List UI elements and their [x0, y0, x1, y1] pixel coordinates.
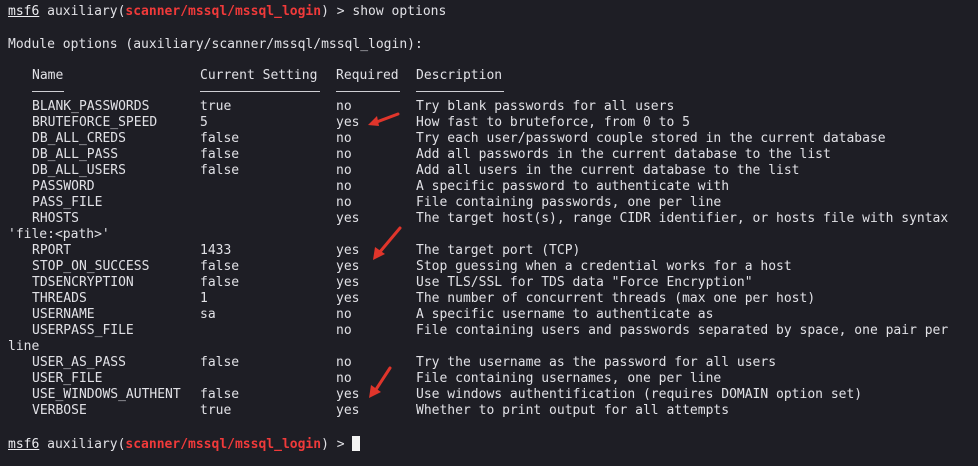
option-name: THREADS — [32, 291, 87, 306]
option-current: true — [200, 99, 232, 114]
option-required: no — [336, 163, 352, 178]
options-title: Module options (auxiliary/scanner/mssql/… — [8, 37, 423, 52]
option-description: File containing passwords, one per line — [416, 195, 722, 210]
option-name: PASS_FILE — [32, 195, 103, 210]
header-current-setting: Current Setting — [200, 68, 318, 83]
option-current: 1433 — [200, 243, 232, 258]
prompt-suffix: ) > — [321, 4, 353, 19]
option-current: false — [200, 131, 240, 146]
prompt-module-prefix: auxiliary( — [39, 4, 126, 19]
option-current: false — [200, 387, 240, 402]
option-description: Stop guessing when a credential works fo… — [416, 259, 792, 274]
header-current-underline — [200, 91, 320, 92]
option-current: false — [200, 355, 240, 370]
text-cursor[interactable] — [352, 436, 361, 451]
option-name: VERBOSE — [32, 403, 87, 418]
option-name: USE_WINDOWS_AUTHENT — [32, 387, 181, 402]
option-name: RPORT — [32, 243, 72, 258]
prompt-module-path: scanner/mssql/mssql_login — [125, 4, 322, 19]
prompt-name: msf6 — [8, 437, 40, 452]
header-required: Required — [336, 68, 399, 83]
option-name: USERPASS_FILE — [32, 323, 134, 338]
option-name: USERNAME — [32, 307, 95, 322]
red-arrow-icon — [368, 112, 400, 126]
option-description: A specific username to authenticate as — [416, 307, 714, 322]
option-name: BLANK_PASSWORDS — [32, 99, 150, 114]
option-description: Add all passwords in the current databas… — [416, 147, 831, 162]
option-description: How fast to bruteforce, from 0 to 5 — [416, 115, 690, 130]
option-description: File containing usernames, one per line — [416, 371, 722, 386]
option-required: no — [336, 179, 352, 194]
option-required: yes — [336, 243, 360, 258]
option-name: DB_ALL_CREDS — [32, 131, 126, 146]
option-required: no — [336, 323, 352, 338]
option-name: PASSWORD — [32, 179, 95, 194]
description-wrap-text: 'file:<path>' — [8, 227, 110, 242]
option-current: false — [200, 147, 240, 162]
prompt-module-prefix: auxiliary( — [39, 437, 126, 452]
option-description: Whether to print output for all attempts — [416, 403, 730, 418]
header-name-underline — [32, 91, 64, 92]
option-current: 5 — [200, 115, 208, 130]
option-required: no — [336, 355, 352, 370]
prompt-name: msf6 — [8, 4, 40, 19]
description-wrap-text: line — [8, 339, 40, 354]
option-name: USER_AS_PASS — [32, 355, 126, 370]
option-current: true — [200, 403, 232, 418]
red-arrow-icon — [373, 226, 402, 260]
option-description: A specific password to authenticate with — [416, 179, 730, 194]
option-description: Use windows authentification (requires D… — [416, 387, 863, 402]
header-description: Description — [416, 68, 503, 83]
option-required: yes — [336, 403, 360, 418]
option-description: The target host(s), range CIDR identifie… — [416, 211, 949, 226]
header-description-underline — [416, 91, 504, 92]
option-required: yes — [336, 115, 360, 130]
option-description: The target port (TCP) — [416, 243, 581, 258]
option-name: STOP_ON_SUCCESS — [32, 259, 150, 274]
option-required: yes — [336, 275, 360, 290]
option-name: USER_FILE — [32, 371, 103, 386]
option-description: Try the username as the password for all… — [416, 355, 777, 370]
terminal-window[interactable]: msf6 auxiliary(scanner/mssql/mssql_login… — [0, 0, 978, 466]
option-required: yes — [336, 291, 360, 306]
option-description: Try blank passwords for all users — [416, 99, 675, 114]
option-current: false — [200, 259, 240, 274]
option-name: RHOSTS — [32, 211, 79, 226]
prompt-module-path: scanner/mssql/mssql_login — [125, 437, 322, 452]
command-line: msf6 auxiliary(scanner/mssql/mssql_login… — [8, 4, 446, 20]
command-text: show options — [352, 4, 447, 19]
option-required: no — [336, 307, 352, 322]
option-required: no — [336, 99, 352, 114]
header-name: Name — [32, 68, 64, 83]
option-required: no — [336, 147, 352, 162]
option-current: false — [200, 163, 240, 178]
option-current: false — [200, 275, 240, 290]
option-name: BRUTEFORCE_SPEED — [32, 115, 158, 130]
option-required: yes — [336, 387, 360, 402]
option-current: 1 — [200, 291, 208, 306]
option-description: Add all users in the current database to… — [416, 163, 800, 178]
option-name: DB_ALL_USERS — [32, 163, 126, 178]
option-description: Try each user/password couple stored in … — [416, 131, 886, 146]
prompt-suffix: ) > — [321, 437, 353, 452]
option-current: sa — [200, 307, 216, 322]
red-arrow-icon — [369, 366, 392, 398]
option-required: no — [336, 371, 352, 386]
active-prompt-line[interactable]: msf6 auxiliary(scanner/mssql/mssql_login… — [8, 436, 361, 452]
option-description: The number of concurrent threads (max on… — [416, 291, 816, 306]
option-description: File containing users and passwords sepa… — [416, 323, 949, 338]
option-description: Use TLS/SSL for TDS data "Force Encrypti… — [416, 275, 753, 290]
header-required-underline — [336, 91, 400, 92]
option-required: no — [336, 131, 352, 146]
option-name: DB_ALL_PASS — [32, 147, 119, 162]
option-required: yes — [336, 259, 360, 274]
option-required: yes — [336, 211, 360, 226]
option-name: TDSENCRYPTION — [32, 275, 134, 290]
option-required: no — [336, 195, 352, 210]
